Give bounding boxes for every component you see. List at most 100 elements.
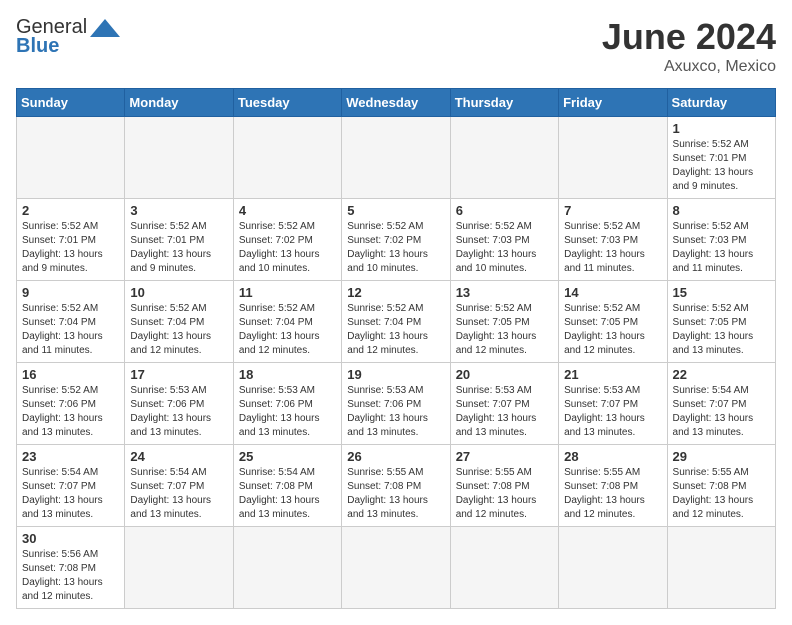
calendar-cell-40 — [559, 527, 667, 609]
calendar-cell-16: 11Sunrise: 5:52 AM Sunset: 7:04 PM Dayli… — [233, 281, 341, 363]
calendar-cell-11: 6 Sunrise: 5:52 AM Sunset: 7:03 PM Daylig… — [450, 199, 558, 281]
day-number-10: 10 — [130, 285, 227, 300]
day-number-5: 5 — [347, 203, 444, 218]
calendar-cell-18: 13Sunrise: 5:52 AM Sunset: 7:05 PM Dayli… — [450, 281, 558, 363]
day-info-22: Sunrise: 5:54 AM Sunset: 7:07 PM Dayligh… — [673, 384, 770, 440]
day-number-28: 28 — [564, 449, 661, 464]
header-wednesday: Wednesday — [342, 89, 450, 117]
calendar-cell-8: 3 Sunrise: 5:52 AM Sunset: 7:01 PM Daylig… — [125, 199, 233, 281]
day-info-4: Sunrise: 5:52 AM Sunset: 7:02 PM Dayligh… — [239, 220, 336, 276]
day-number-25: 25 — [239, 449, 336, 464]
day-number-9: 9 — [22, 285, 119, 300]
day-number-6: 6 — [456, 203, 553, 218]
calendar-cell-20: 15Sunrise: 5:52 AM Sunset: 7:05 PM Dayli… — [667, 281, 775, 363]
day-info-20: Sunrise: 5:53 AM Sunset: 7:07 PM Dayligh… — [456, 384, 553, 440]
day-number-21: 21 — [564, 367, 661, 382]
day-info-6: Sunrise: 5:52 AM Sunset: 7:03 PM Dayligh… — [456, 220, 553, 276]
day-info-26: Sunrise: 5:55 AM Sunset: 7:08 PM Dayligh… — [347, 466, 444, 522]
calendar-cell-37 — [233, 527, 341, 609]
calendar-cell-14: 9 Sunrise: 5:52 AM Sunset: 7:04 PM Daylig… — [17, 281, 125, 363]
calendar-cell-35: 30Sunrise: 5:56 AM Sunset: 7:08 PM Dayli… — [17, 527, 125, 609]
calendar-cell-32: 27 Sunrise: 5:55 AM Sunset: 7:08 PM Dayli… — [450, 445, 558, 527]
calendar-cell-22: 17 Sunrise: 5:53 AM Sunset: 7:06 PM Dayli… — [125, 363, 233, 445]
header-thursday: Thursday — [450, 89, 558, 117]
day-number-26: 26 — [347, 449, 444, 464]
day-info-19: Sunrise: 5:53 AM Sunset: 7:06 PM Dayligh… — [347, 384, 444, 440]
day-number-20: 20 — [456, 367, 553, 382]
calendar-title: June 2024 — [602, 16, 776, 58]
day-info-27: Sunrise: 5:55 AM Sunset: 7:08 PM Dayligh… — [456, 466, 553, 522]
calendar-cell-5 — [559, 117, 667, 199]
day-number-19: 19 — [347, 367, 444, 382]
day-number-16: 16 — [22, 367, 119, 382]
day-info-29: Sunrise: 5:55 AM Sunset: 7:08 PM Dayligh… — [673, 466, 770, 522]
calendar-cell-29: 24Sunrise: 5:54 AM Sunset: 7:07 PM Dayli… — [125, 445, 233, 527]
day-info-12: Sunrise: 5:52 AM Sunset: 7:04 PM Dayligh… — [347, 302, 444, 358]
logo: General Blue — [16, 16, 120, 58]
logo-container: General Blue — [16, 16, 120, 58]
calendar-cell-41 — [667, 527, 775, 609]
day-info-23: Sunrise: 5:54 AM Sunset: 7:07 PM Dayligh… — [22, 466, 119, 522]
calendar-cell-21: 16Sunrise: 5:52 AM Sunset: 7:06 PM Dayli… — [17, 363, 125, 445]
day-number-17: 17 — [130, 367, 227, 382]
calendar-cell-3 — [342, 117, 450, 199]
day-info-21: Sunrise: 5:53 AM Sunset: 7:07 PM Dayligh… — [564, 384, 661, 440]
calendar-row-5: 30Sunrise: 5:56 AM Sunset: 7:08 PM Dayli… — [17, 527, 776, 609]
day-info-18: Sunrise: 5:53 AM Sunset: 7:06 PM Dayligh… — [239, 384, 336, 440]
calendar-cell-0 — [17, 117, 125, 199]
calendar-cell-34: 29 Sunrise: 5:55 AM Sunset: 7:08 PM Dayli… — [667, 445, 775, 527]
calendar-cell-2 — [233, 117, 341, 199]
day-number-3: 3 — [130, 203, 227, 218]
day-info-25: Sunrise: 5:54 AM Sunset: 7:08 PM Dayligh… — [239, 466, 336, 522]
calendar-row-2: 9 Sunrise: 5:52 AM Sunset: 7:04 PM Daylig… — [17, 281, 776, 363]
calendar-cell-30: 25 Sunrise: 5:54 AM Sunset: 7:08 PM Dayli… — [233, 445, 341, 527]
calendar-cell-17: 12 Sunrise: 5:52 AM Sunset: 7:04 PM Dayli… — [342, 281, 450, 363]
day-number-27: 27 — [456, 449, 553, 464]
header-sunday: Sunday — [17, 89, 125, 117]
day-info-2: Sunrise: 5:52 AM Sunset: 7:01 PM Dayligh… — [22, 220, 119, 276]
day-number-15: 15 — [673, 285, 770, 300]
day-number-1: 1 — [673, 121, 770, 136]
day-info-5: Sunrise: 5:52 AM Sunset: 7:02 PM Dayligh… — [347, 220, 444, 276]
day-info-3: Sunrise: 5:52 AM Sunset: 7:01 PM Dayligh… — [130, 220, 227, 276]
day-number-7: 7 — [564, 203, 661, 218]
calendar-row-4: 23 Sunrise: 5:54 AM Sunset: 7:07 PM Dayli… — [17, 445, 776, 527]
day-info-9: Sunrise: 5:52 AM Sunset: 7:04 PM Dayligh… — [22, 302, 119, 358]
calendar-row-1: 2 Sunrise: 5:52 AM Sunset: 7:01 PM Daylig… — [17, 199, 776, 281]
page-header: General Blue June 2024 Axuxco, Mexico — [16, 16, 776, 76]
day-number-4: 4 — [239, 203, 336, 218]
calendar-cell-36 — [125, 527, 233, 609]
day-number-2: 2 — [22, 203, 119, 218]
calendar-cell-39 — [450, 527, 558, 609]
day-number-12: 12 — [347, 285, 444, 300]
calendar-cell-19: 14 Sunrise: 5:52 AM Sunset: 7:05 PM Dayli… — [559, 281, 667, 363]
day-info-24: Sunrise: 5:54 AM Sunset: 7:07 PM Dayligh… — [130, 466, 227, 522]
day-number-29: 29 — [673, 449, 770, 464]
calendar-cell-15: 10 Sunrise: 5:52 AM Sunset: 7:04 PM Dayli… — [125, 281, 233, 363]
calendar-row-0: 1 Sunrise: 5:52 AM Sunset: 7:01 PM Daylig… — [17, 117, 776, 199]
calendar-cell-23: 18Sunrise: 5:53 AM Sunset: 7:06 PM Dayli… — [233, 363, 341, 445]
day-info-7: Sunrise: 5:52 AM Sunset: 7:03 PM Dayligh… — [564, 220, 661, 276]
calendar-row-3: 16Sunrise: 5:52 AM Sunset: 7:06 PM Dayli… — [17, 363, 776, 445]
day-number-23: 23 — [22, 449, 119, 464]
day-info-10: Sunrise: 5:52 AM Sunset: 7:04 PM Dayligh… — [130, 302, 227, 358]
calendar-cell-9: 4 Sunrise: 5:52 AM Sunset: 7:02 PM Daylig… — [233, 199, 341, 281]
day-info-14: Sunrise: 5:52 AM Sunset: 7:05 PM Dayligh… — [564, 302, 661, 358]
logo-blue-text: Blue — [16, 35, 59, 58]
day-info-8: Sunrise: 5:52 AM Sunset: 7:03 PM Dayligh… — [673, 220, 770, 276]
calendar-cell-13: 8Sunrise: 5:52 AM Sunset: 7:03 PM Daylig… — [667, 199, 775, 281]
day-number-11: 11 — [239, 285, 336, 300]
calendar-cell-33: 28Sunrise: 5:55 AM Sunset: 7:08 PM Dayli… — [559, 445, 667, 527]
day-info-17: Sunrise: 5:53 AM Sunset: 7:06 PM Dayligh… — [130, 384, 227, 440]
day-number-14: 14 — [564, 285, 661, 300]
calendar-cell-28: 23 Sunrise: 5:54 AM Sunset: 7:07 PM Dayli… — [17, 445, 125, 527]
day-info-13: Sunrise: 5:52 AM Sunset: 7:05 PM Dayligh… — [456, 302, 553, 358]
calendar-header-row: Sunday Monday Tuesday Wednesday Thursday… — [17, 89, 776, 117]
day-info-1: Sunrise: 5:52 AM Sunset: 7:01 PM Dayligh… — [673, 138, 770, 194]
calendar-location: Axuxco, Mexico — [602, 58, 776, 76]
title-block: June 2024 Axuxco, Mexico — [602, 16, 776, 76]
calendar-cell-7: 2 Sunrise: 5:52 AM Sunset: 7:01 PM Daylig… — [17, 199, 125, 281]
calendar-cell-10: 5 Sunrise: 5:52 AM Sunset: 7:02 PM Daylig… — [342, 199, 450, 281]
calendar-cell-25: 20 Sunrise: 5:53 AM Sunset: 7:07 PM Dayli… — [450, 363, 558, 445]
header-saturday: Saturday — [667, 89, 775, 117]
